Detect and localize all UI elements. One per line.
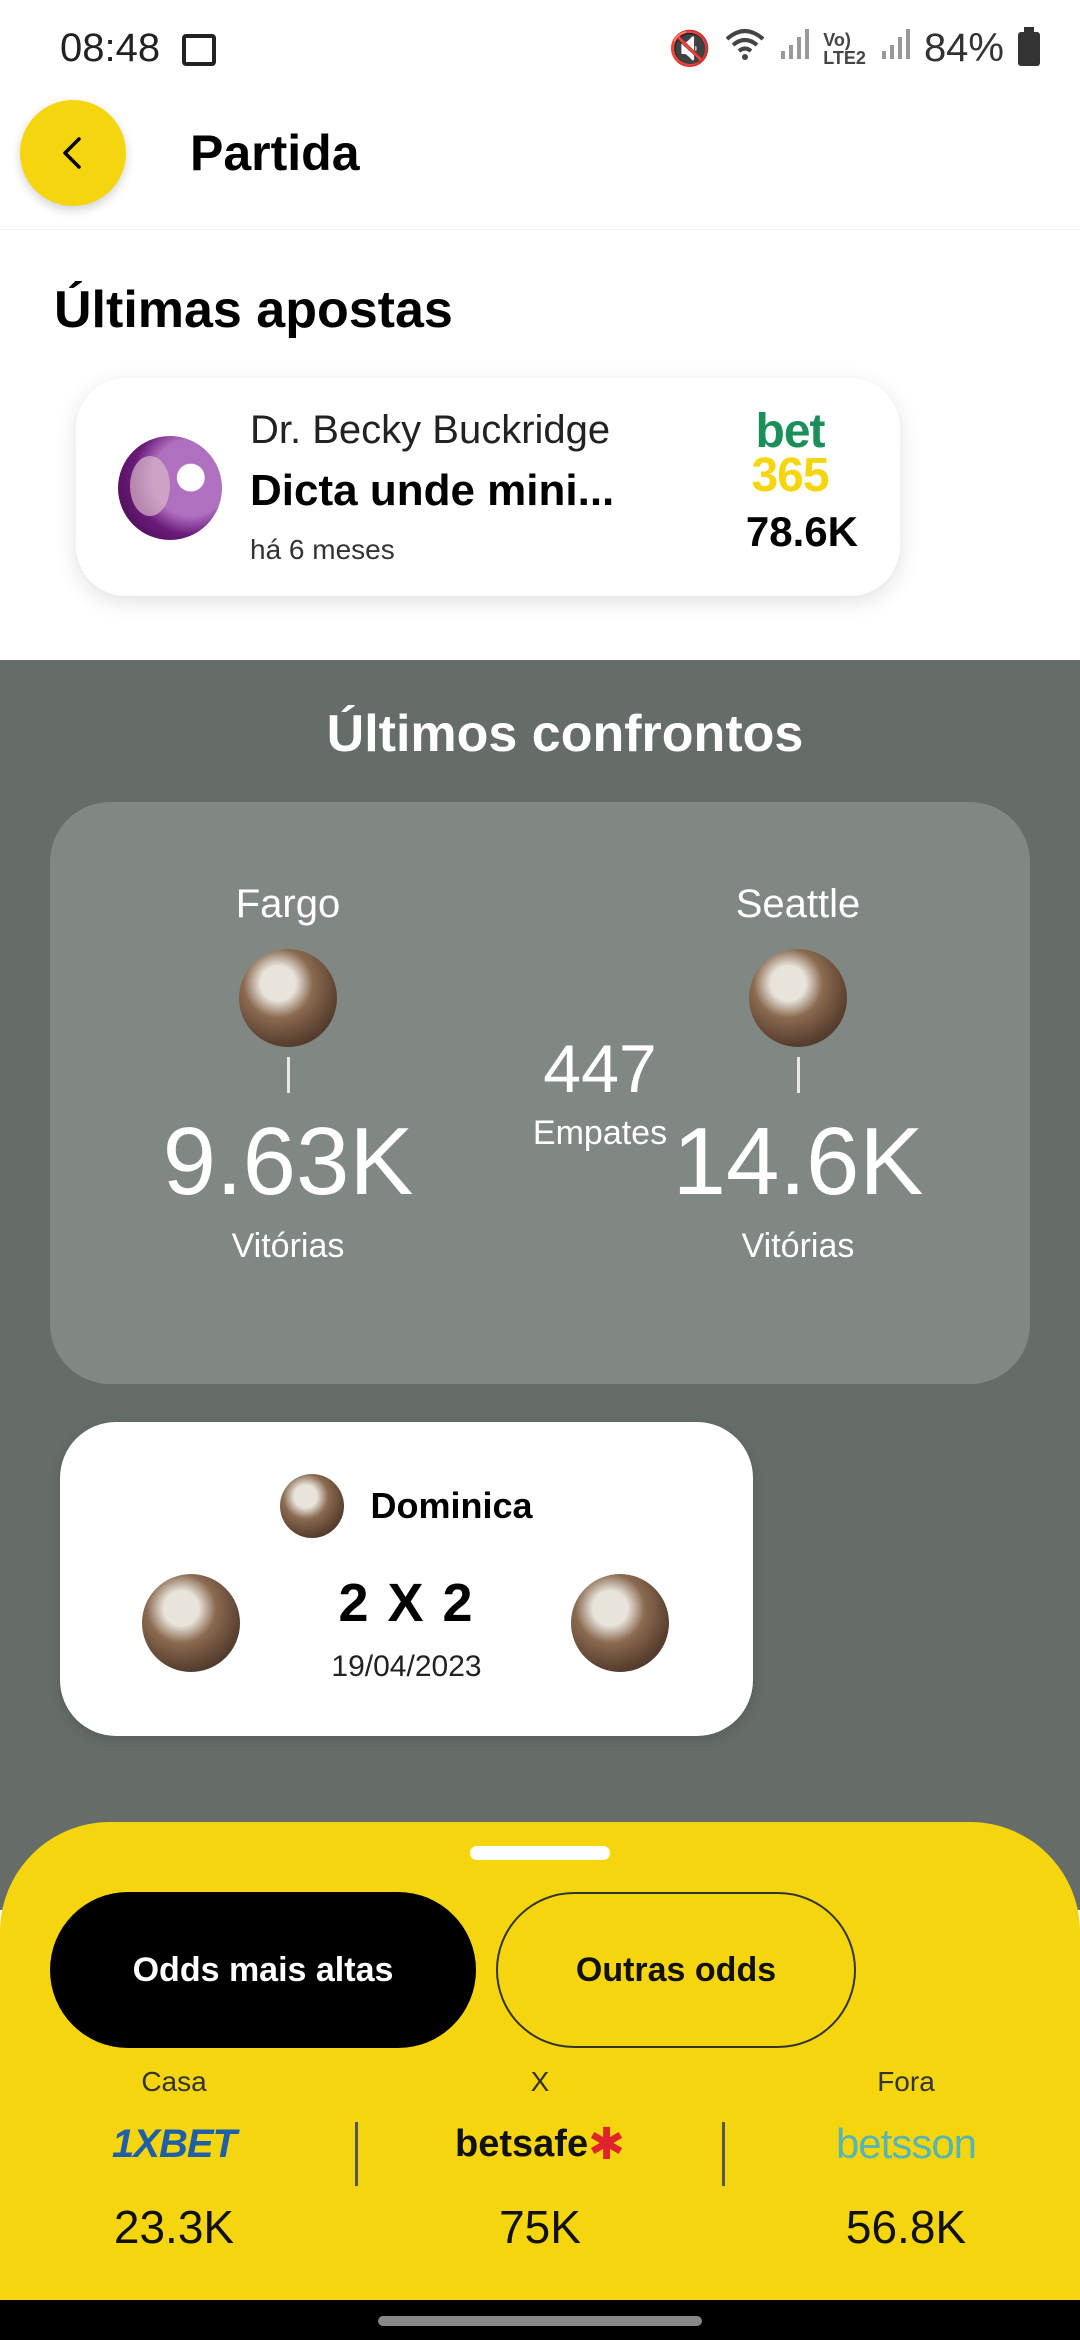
home-team: Fargo 9.63K Vitórias [138, 882, 438, 1266]
odds-label-draw: X [530, 2066, 550, 2097]
odds-label-home: Casa [141, 2066, 207, 2097]
battery-icon [1018, 26, 1040, 66]
bet365-logo: bet 365 [740, 405, 840, 502]
match-away-logo [571, 1574, 669, 1672]
odds-column-away[interactable]: Fora betsson 56.8K [756, 2066, 1056, 2254]
signal-icon [779, 27, 810, 70]
tab-other-odds[interactable]: Outras odds [496, 1892, 856, 2048]
battery-percent: 84% [923, 26, 1004, 70]
away-team-wins: 14.6K [672, 1108, 924, 1215]
betsafe-logo-text: betsafe [455, 2122, 589, 2165]
home-team-name: Fargo [235, 882, 341, 926]
wifi-icon [725, 27, 765, 70]
away-team-wins-label: Vitórias [741, 1227, 855, 1265]
bet-value: 78.6K [745, 508, 858, 555]
photo-icon [182, 34, 216, 66]
divider [722, 2122, 725, 2186]
divider [796, 1057, 800, 1093]
confrontations-title: Últimos confrontos [326, 705, 804, 763]
home-team-wins: 9.63K [162, 1108, 414, 1215]
app-header: Partida [0, 100, 1080, 230]
match-card[interactable]: Dominica 2 X 2 19/04/2023 [60, 1422, 753, 1736]
divider [355, 2122, 358, 2186]
odds-label-away: Fora [877, 2066, 935, 2097]
odds-value-home: 23.3K [113, 2201, 235, 2253]
home-gesture-pill[interactable] [378, 2316, 702, 2326]
odds-value-away: 56.8K [845, 2201, 967, 2253]
status-bar: 08:48 🔇 Vo) LTE2 84% [0, 0, 1080, 100]
avatar [118, 436, 222, 540]
back-button[interactable] [20, 100, 126, 206]
status-icons: 🔇 Vo) LTE2 84% [669, 26, 1040, 71]
divider [286, 1057, 290, 1093]
bet-card[interactable]: Dr. Becky Buckridge Dicta unde mini... h… [76, 378, 900, 596]
mute-icon: 🔇 [668, 29, 712, 68]
tab-highest-odds[interactable]: Odds mais altas [50, 1892, 476, 2048]
system-nav-bar [0, 2300, 1080, 2340]
page-title: Partida [190, 125, 360, 181]
away-team: Seattle 14.6K Vitórias [648, 882, 948, 1266]
latest-bets-title: Últimas apostas [54, 281, 453, 339]
betsafe-logo: betsafe ✱ [390, 2116, 690, 2172]
bet365-logo-line2: 365 [751, 449, 829, 502]
match-league: Dominica [60, 1474, 753, 1538]
star-icon: ✱ [588, 2119, 625, 2169]
head-to-head-card: Fargo 9.63K Vitórias 447 Empates Seattle… [50, 802, 1030, 1384]
home-team-logo [239, 949, 337, 1047]
1xbet-logo: 1XBET [112, 2121, 237, 2166]
volte-icon: Vo) LTE2 [823, 29, 866, 68]
bet365-logo-line1: bet [755, 405, 826, 458]
odds-column-draw[interactable]: X betsafe ✱ 75K [390, 2066, 690, 2254]
league-logo [280, 1474, 345, 1538]
chevron-left-icon [63, 137, 81, 169]
sheet-drag-handle[interactable] [470, 1846, 610, 1860]
confrontations-section: Últimos confrontos Fargo 9.63K Vitórias … [0, 660, 1080, 1910]
odds-column-home[interactable]: Casa 1XBET 23.3K [24, 2066, 324, 2254]
home-team-wins-label: Vitórias [231, 1227, 345, 1265]
away-team-logo [749, 949, 847, 1047]
status-time: 08:48 [60, 26, 161, 70]
bet-title: Dicta unde mini... [250, 466, 615, 515]
bet-time: há 6 meses [250, 534, 395, 565]
betsson-logo: betsson [835, 2120, 977, 2167]
odds-sheet: Odds mais altas Outras odds Casa 1XBET 2… [0, 1822, 1080, 2302]
bet-user-name: Dr. Becky Buckridge [250, 408, 611, 452]
league-name: Dominica [370, 1485, 533, 1526]
odds-value-draw: 75K [499, 2201, 581, 2253]
signal-icon [880, 27, 910, 70]
away-team-name: Seattle [735, 882, 861, 926]
